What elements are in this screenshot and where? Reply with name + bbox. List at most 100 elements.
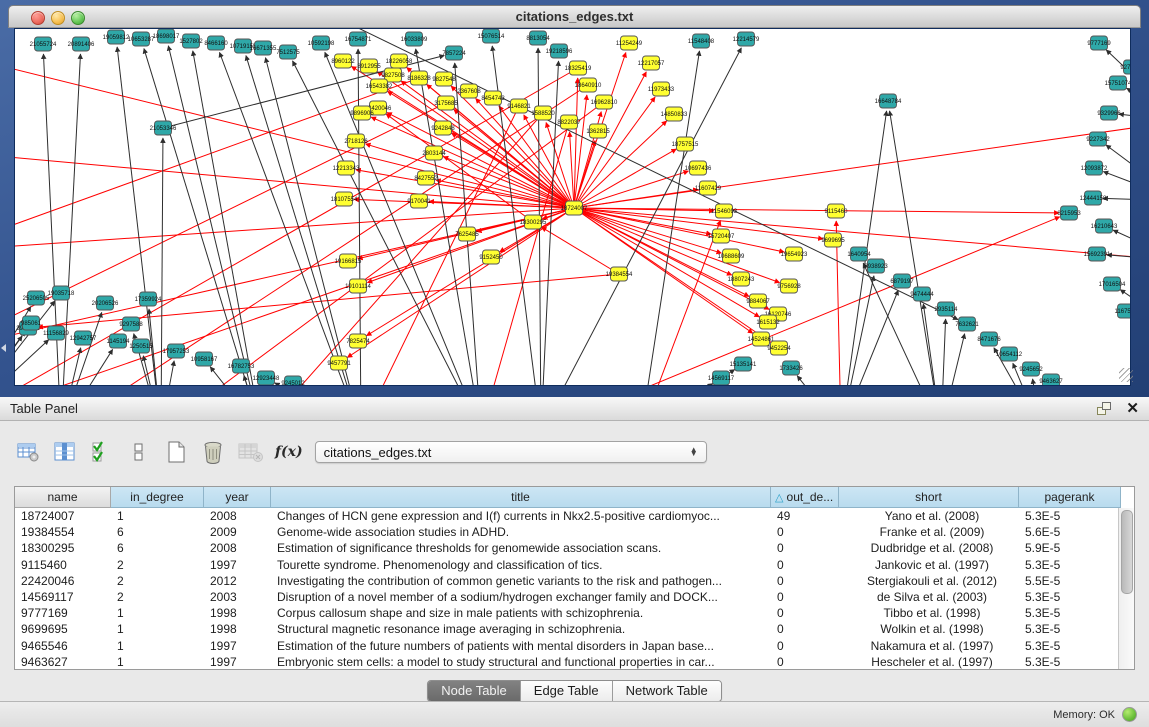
column-header-pagerank[interactable]: pagerank bbox=[1019, 487, 1121, 508]
row-height-icon[interactable] bbox=[125, 439, 153, 465]
float-panel-icon[interactable] bbox=[1097, 402, 1112, 415]
tab-edge-table[interactable]: Edge Table bbox=[521, 681, 613, 701]
graph-node[interactable]: 3175685 bbox=[434, 96, 458, 110]
graph-node[interactable]: 8186328 bbox=[407, 71, 431, 85]
table-source-dropdown[interactable]: citations_edges.txt ▲▼ bbox=[315, 441, 707, 463]
graph-node[interactable]: 9115460 bbox=[825, 204, 849, 218]
graph-node[interactable]: 12213343 bbox=[333, 161, 360, 175]
graph-node[interactable]: 8454743 bbox=[481, 91, 505, 105]
graph-node[interactable]: 11607429 bbox=[695, 181, 722, 195]
graph-node[interactable]: 18226058 bbox=[386, 54, 413, 68]
column-header-out_de[interactable]: △ out_de... bbox=[771, 487, 839, 508]
graph-node[interactable]: 8960122 bbox=[331, 54, 355, 68]
column-header-name[interactable]: name bbox=[15, 487, 111, 508]
graph-node[interactable]: 14850833 bbox=[661, 107, 688, 121]
graph-node[interactable]: 17957253 bbox=[163, 344, 190, 358]
graph-node[interactable]: 19654923 bbox=[781, 247, 808, 261]
graph-node[interactable]: 19035718 bbox=[48, 286, 75, 300]
graph-node[interactable]: 1733426 bbox=[779, 361, 803, 375]
graph-node[interactable]: 19059812 bbox=[103, 30, 130, 44]
graph-node[interactable]: 18107554 bbox=[331, 192, 358, 206]
graph-node[interactable]: 8215953 bbox=[1057, 206, 1081, 220]
graph-node[interactable]: 7625485 bbox=[455, 227, 479, 241]
graph-node[interactable]: 9474444 bbox=[910, 287, 934, 301]
graph-node[interactable]: 8822037 bbox=[557, 115, 581, 129]
network-canvas[interactable]: 1872400721055724208914061905981210653287… bbox=[14, 28, 1131, 386]
graph-node[interactable]: 1362815 bbox=[586, 124, 610, 138]
graph-node[interactable]: 9170041 bbox=[407, 194, 431, 208]
graph-node[interactable]: 12217057 bbox=[638, 56, 665, 70]
graph-node[interactable]: 9699695 bbox=[821, 233, 845, 247]
graph-node[interactable]: 1640954 bbox=[847, 247, 871, 261]
graph-node[interactable]: 2718126 bbox=[344, 134, 368, 148]
graph-node[interactable]: 2803144 bbox=[422, 146, 446, 160]
table-row[interactable]: 946554611997Estimation of the future num… bbox=[15, 638, 1134, 654]
delete-table-icon[interactable] bbox=[236, 439, 264, 465]
graph-node[interactable]: 2935114 bbox=[935, 302, 959, 316]
graph-node[interactable]: 9245652 bbox=[1019, 362, 1043, 376]
graph-node[interactable]: 11973433 bbox=[648, 82, 675, 96]
graph-node[interactable]: 9152450 bbox=[479, 250, 503, 264]
graph-node[interactable]: 25206505 bbox=[23, 291, 50, 305]
graph-node[interactable]: 9245012 bbox=[281, 376, 305, 386]
graph-node[interactable]: 6879197 bbox=[890, 274, 914, 288]
graph-node[interactable]: 10697436 bbox=[685, 161, 712, 175]
delete-columns-icon[interactable] bbox=[199, 439, 227, 465]
graph-node[interactable]: 1167533 bbox=[1115, 304, 1131, 318]
table-row[interactable]: 1872400712008Changes of HCN gene express… bbox=[15, 508, 1134, 524]
tab-node-table[interactable]: Node Table bbox=[428, 681, 521, 701]
table-row[interactable]: 2242004622012Investigating the contribut… bbox=[15, 573, 1134, 589]
graph-node[interactable]: 9227342 bbox=[1086, 132, 1110, 146]
graph-node[interactable]: 1588520 bbox=[531, 106, 555, 120]
graph-node[interactable]: 15692391 bbox=[1084, 247, 1111, 261]
graph-node[interactable]: 10653287 bbox=[128, 32, 155, 46]
graph-node[interactable]: 9457791 bbox=[327, 356, 351, 370]
graph-node[interactable]: 985061 bbox=[21, 316, 42, 330]
graph-node[interactable]: 16782753 bbox=[228, 359, 255, 373]
graph-node[interactable]: 20891406 bbox=[68, 37, 95, 51]
graph-node[interactable]: 19384554 bbox=[606, 267, 633, 281]
graph-node[interactable]: 12444158 bbox=[1080, 191, 1107, 205]
table-row[interactable]: 1456911722003Disruption of a novel membe… bbox=[15, 589, 1134, 605]
graph-node[interactable]: 16754871 bbox=[345, 32, 372, 46]
graph-node[interactable]: 8427552 bbox=[414, 171, 438, 185]
table-row[interactable]: 977716911998Corpus callosum shape and si… bbox=[15, 605, 1134, 621]
graph-node[interactable]: 15135141 bbox=[730, 357, 757, 371]
function-builder-icon[interactable]: f(x) bbox=[275, 444, 303, 460]
graph-node[interactable]: 16648784 bbox=[875, 94, 902, 108]
graph-node[interactable]: 9272754 bbox=[1120, 60, 1131, 74]
create-column-icon[interactable] bbox=[162, 439, 190, 465]
table-scrollbar[interactable] bbox=[1118, 508, 1134, 669]
graph-node[interactable]: 18807243 bbox=[728, 272, 755, 286]
graph-node[interactable]: 16033809 bbox=[401, 32, 428, 46]
network-window-titlebar[interactable]: citations_edges.txt bbox=[8, 5, 1141, 28]
table-row[interactable]: 946362711997Embryonic stem cells: a mode… bbox=[15, 654, 1134, 670]
graph-node[interactable]: 9777169 bbox=[1087, 36, 1111, 50]
graph-node[interactable]: 1250515 bbox=[129, 339, 153, 353]
graph-node[interactable]: 2367608 bbox=[457, 84, 481, 98]
graph-node[interactable]: 9242848 bbox=[431, 121, 455, 135]
graph-node[interactable]: 16962810 bbox=[591, 95, 618, 109]
table-row[interactable]: 969969511998Structural magnetic resonanc… bbox=[15, 621, 1134, 637]
tab-network-table[interactable]: Network Table bbox=[613, 681, 721, 701]
table-scrollbar-thumb[interactable] bbox=[1121, 510, 1133, 594]
graph-node[interactable]: 10688609 bbox=[718, 249, 745, 263]
graph-node[interactable]: 12923448 bbox=[253, 371, 280, 385]
select-columns-icon[interactable] bbox=[88, 439, 116, 465]
graph-node[interactable]: 8912955 bbox=[357, 59, 381, 73]
graph-node[interactable]: 9452254 bbox=[767, 341, 791, 355]
table-row[interactable]: 1938455462009Genome-wide association stu… bbox=[15, 524, 1134, 540]
panel-collapse-arrow[interactable] bbox=[1, 344, 6, 352]
column-header-in_degree[interactable]: in_degree bbox=[111, 487, 204, 508]
column-header-year[interactable]: year bbox=[204, 487, 271, 508]
graph-node[interactable]: 21053346 bbox=[150, 121, 177, 135]
graph-node[interactable]: 20206526 bbox=[92, 296, 119, 310]
graph-node[interactable]: 18698017 bbox=[153, 29, 180, 43]
graph-node[interactable]: 15076514 bbox=[478, 29, 505, 43]
graph-node[interactable]: 9146821 bbox=[507, 99, 531, 113]
graph-node[interactable]: 9756928 bbox=[777, 279, 801, 293]
table-row[interactable]: 911546021997Tourette syndrome. Phenomeno… bbox=[15, 557, 1134, 573]
column-header-title[interactable]: title bbox=[271, 487, 771, 508]
graph-node[interactable]: 8938923 bbox=[864, 259, 888, 273]
graph-node[interactable]: 8466160 bbox=[204, 36, 228, 50]
